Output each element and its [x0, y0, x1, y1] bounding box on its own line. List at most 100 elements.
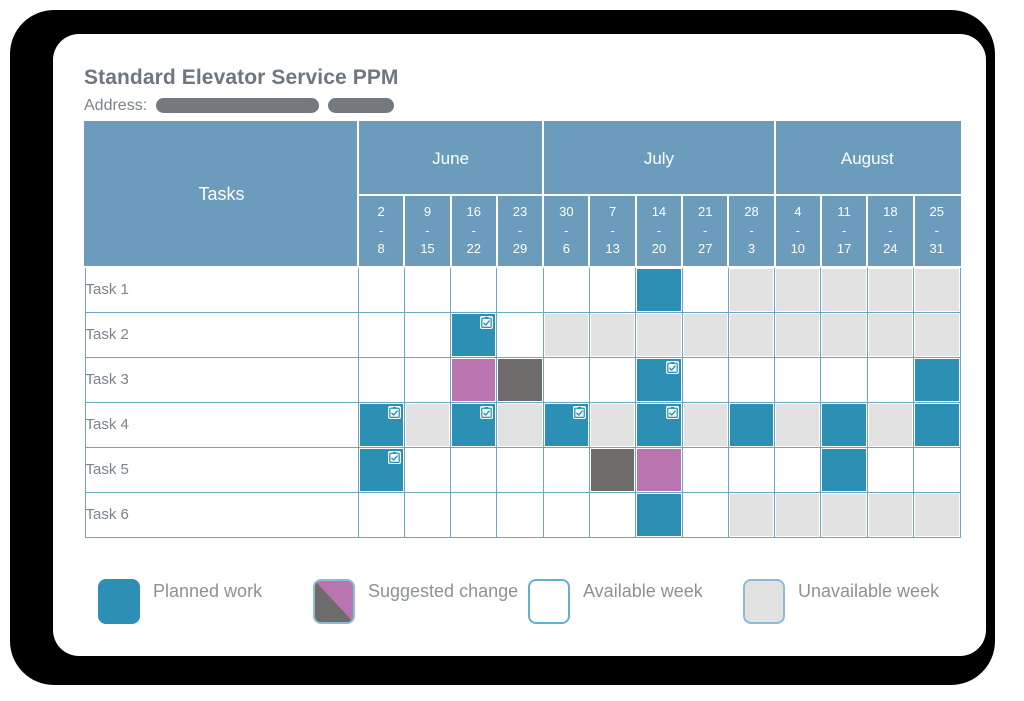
schedule-cell-planned[interactable]: [820, 446, 868, 493]
schedule-cell-planned[interactable]: [727, 401, 776, 448]
schedule-cell-available[interactable]: [588, 266, 637, 313]
schedule-cell-available[interactable]: [357, 491, 405, 538]
schedule-cell-unavailable[interactable]: [403, 401, 452, 448]
schedule-cell-unavailable[interactable]: [866, 401, 915, 448]
schedule-cell-planned[interactable]: [357, 446, 405, 493]
schedule-cell-available[interactable]: [681, 446, 729, 493]
schedule-cell-available[interactable]: [681, 266, 729, 313]
schedule-cell-available[interactable]: [774, 356, 822, 403]
schedule-cell-available[interactable]: [542, 266, 590, 313]
week-header[interactable]: 11 - 17: [819, 194, 869, 268]
schedule-cell-unavailable[interactable]: [774, 491, 822, 538]
schedule-cell-unavailable[interactable]: [588, 401, 637, 448]
schedule-cell-planned[interactable]: [913, 356, 961, 403]
task-name-cell[interactable]: Task 2: [84, 311, 359, 358]
schedule-cell-available[interactable]: [357, 266, 405, 313]
schedule-cell-available[interactable]: [403, 266, 452, 313]
schedule-cell-planned[interactable]: [542, 401, 590, 448]
schedule-cell-available[interactable]: [866, 356, 915, 403]
schedule-cell-unavailable[interactable]: [635, 311, 683, 358]
schedule-cell-suggested-new[interactable]: [635, 446, 683, 493]
schedule-cell-planned[interactable]: [635, 401, 683, 448]
schedule-cell-suggested-old[interactable]: [588, 446, 637, 493]
schedule-cell-unavailable[interactable]: [913, 311, 961, 358]
schedule-cell-planned[interactable]: [635, 356, 683, 403]
schedule-cell-available[interactable]: [496, 311, 544, 358]
schedule-cell-unavailable[interactable]: [542, 311, 590, 358]
schedule-cell-unavailable[interactable]: [820, 266, 868, 313]
schedule-cell-unavailable[interactable]: [866, 491, 915, 538]
schedule-cell-available[interactable]: [542, 446, 590, 493]
schedule-cell-available[interactable]: [496, 446, 544, 493]
schedule-cell-unavailable[interactable]: [681, 311, 729, 358]
week-header[interactable]: 4 - 10: [773, 194, 822, 268]
task-name-cell[interactable]: Task 3: [84, 356, 359, 403]
schedule-cell-unavailable[interactable]: [866, 266, 915, 313]
schedule-cell-unavailable[interactable]: [727, 311, 776, 358]
schedule-cell-available[interactable]: [450, 266, 498, 313]
schedule-cell-available[interactable]: [403, 311, 452, 358]
schedule-cell-unavailable[interactable]: [727, 491, 776, 538]
week-header[interactable]: 18 - 24: [866, 194, 915, 268]
schedule-cell-available[interactable]: [542, 356, 590, 403]
schedule-cell-available[interactable]: [542, 491, 590, 538]
schedule-cell-unavailable[interactable]: [588, 311, 637, 358]
schedule-cell-unavailable[interactable]: [866, 311, 915, 358]
schedule-cell-unavailable[interactable]: [774, 401, 822, 448]
schedule-cell-unavailable[interactable]: [681, 401, 729, 448]
schedule-cell-available[interactable]: [403, 491, 452, 538]
schedule-cell-available[interactable]: [588, 491, 637, 538]
schedule-cell-available[interactable]: [403, 356, 452, 403]
schedule-cell-unavailable[interactable]: [913, 266, 961, 313]
schedule-cell-suggested-new[interactable]: [450, 356, 498, 403]
week-header[interactable]: 28 - 3: [727, 194, 776, 268]
week-header[interactable]: 7 - 13: [588, 194, 637, 268]
week-header[interactable]: 21 - 27: [681, 194, 730, 268]
schedule-cell-available[interactable]: [913, 446, 961, 493]
schedule-cell-unavailable[interactable]: [820, 311, 868, 358]
week-header[interactable]: 2 - 8: [356, 194, 406, 268]
schedule-cell-available[interactable]: [357, 356, 405, 403]
schedule-cell-available[interactable]: [866, 446, 915, 493]
schedule-cell-unavailable[interactable]: [774, 266, 822, 313]
schedule-cell-unavailable[interactable]: [727, 266, 776, 313]
schedule-cell-available[interactable]: [727, 446, 776, 493]
schedule-cell-planned[interactable]: [820, 401, 868, 448]
schedule-cell-planned[interactable]: [450, 311, 498, 358]
schedule-cell-planned[interactable]: [635, 266, 683, 313]
schedule-cell-available[interactable]: [727, 356, 776, 403]
week-header[interactable]: 16 - 22: [449, 194, 498, 268]
week-header[interactable]: 23 - 29: [495, 194, 545, 268]
schedule-cell-available[interactable]: [450, 446, 498, 493]
schedule-cell-available[interactable]: [496, 266, 544, 313]
week-header[interactable]: 25 - 31: [912, 194, 962, 268]
week-start: 7: [609, 204, 617, 220]
schedule-cell-available[interactable]: [357, 311, 405, 358]
schedule-cell-available[interactable]: [681, 356, 729, 403]
task-name-cell[interactable]: Task 6: [84, 491, 359, 538]
document-header: Standard Elevator Service PPM Address:: [84, 66, 944, 115]
schedule-cell-unavailable[interactable]: [774, 311, 822, 358]
task-name-cell[interactable]: Task 4: [84, 401, 359, 448]
schedule-cell-planned[interactable]: [635, 491, 683, 538]
schedule-cell-unavailable[interactable]: [820, 491, 868, 538]
week-header[interactable]: 14 - 20: [634, 194, 684, 268]
schedule-cell-planned[interactable]: [357, 401, 405, 448]
cell-fill: [544, 493, 588, 536]
task-name-cell[interactable]: Task 5: [84, 446, 359, 493]
schedule-cell-available[interactable]: [588, 356, 637, 403]
task-name-cell[interactable]: Task 1: [84, 266, 359, 313]
schedule-cell-unavailable[interactable]: [496, 401, 544, 448]
schedule-cell-planned[interactable]: [913, 401, 961, 448]
schedule-cell-available[interactable]: [496, 491, 544, 538]
schedule-cell-planned[interactable]: [450, 401, 498, 448]
schedule-cell-available[interactable]: [774, 446, 822, 493]
schedule-cell-available[interactable]: [450, 491, 498, 538]
schedule-cell-available[interactable]: [681, 491, 729, 538]
schedule-cell-available[interactable]: [403, 446, 452, 493]
week-header[interactable]: 9 - 15: [403, 194, 452, 268]
schedule-cell-available[interactable]: [820, 356, 868, 403]
schedule-cell-unavailable[interactable]: [913, 491, 961, 538]
week-header[interactable]: 30 - 6: [542, 194, 591, 268]
schedule-cell-suggested-old[interactable]: [496, 356, 544, 403]
